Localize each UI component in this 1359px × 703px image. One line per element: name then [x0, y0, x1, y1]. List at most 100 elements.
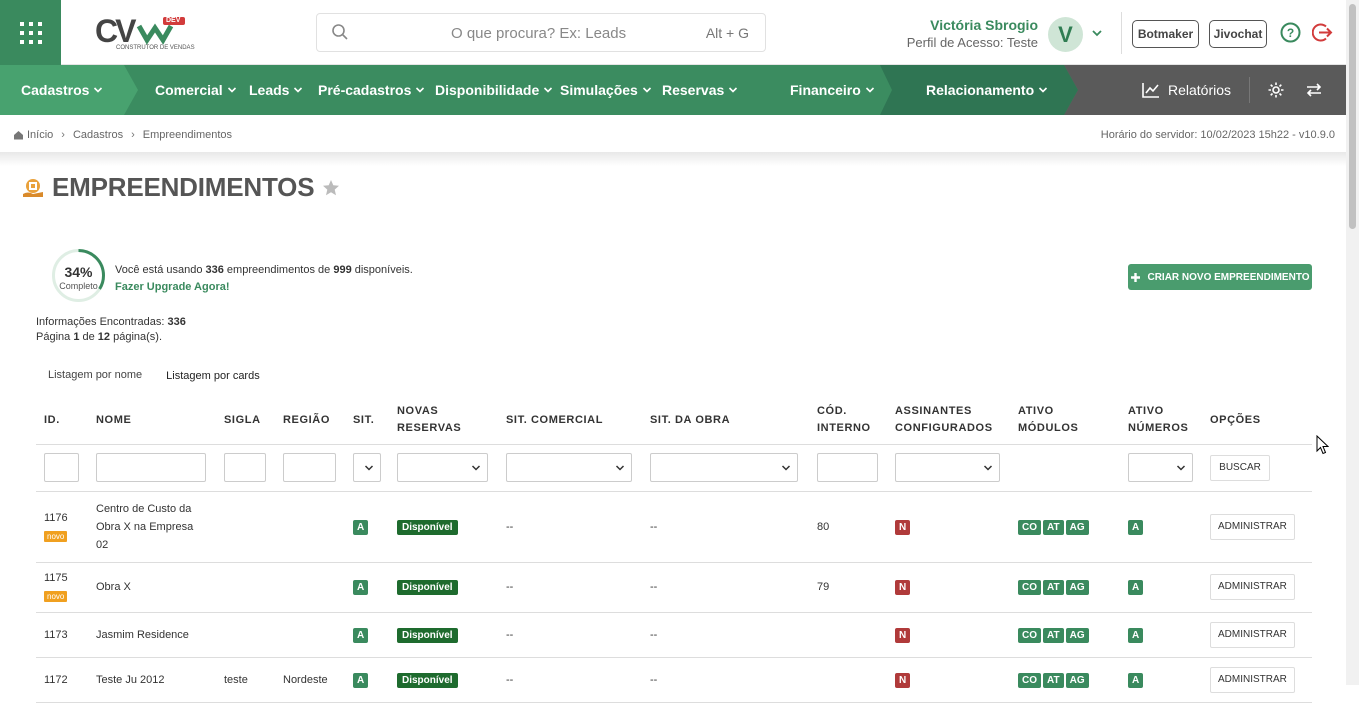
tab-list-by-name[interactable]: Listagem por nome [36, 369, 154, 382]
administer-button[interactable]: ADMINISTRAR [1210, 666, 1295, 693]
col-options: OPÇÕES [1202, 397, 1312, 445]
filter-sigla-input[interactable] [224, 453, 266, 482]
nav-item-disponibilidade[interactable]: Disponibilidade [435, 82, 553, 98]
star-icon[interactable] [322, 179, 340, 197]
row-work-status: -- [642, 612, 809, 658]
col-name[interactable]: NOME [88, 397, 216, 445]
breadcrumb-home[interactable]: Início [27, 129, 53, 141]
table-row[interactable]: 1173 Jasmim Residence A Disponível -- --… [36, 612, 1312, 658]
chevron-down-icon [983, 465, 993, 471]
user-info[interactable]: Victória Sbrogio Perfil de Acesso: Teste [907, 17, 1038, 51]
availability-badge: Disponível [397, 580, 458, 595]
upgrade-link[interactable]: Fazer Upgrade Agora! [115, 279, 413, 296]
table-row[interactable]: 1172 Teste Ju 2012 teste Nordeste A Disp… [36, 657, 1312, 703]
nav-item-leads[interactable]: Leads [249, 82, 303, 98]
nav-item-reservas[interactable]: Reservas [662, 82, 738, 98]
row-id: 1173 [36, 612, 88, 658]
nav-item-pre-cadastros[interactable]: Pré-cadastros [318, 82, 425, 98]
logout-icon[interactable] [1312, 22, 1333, 43]
row-commercial-status: -- [498, 657, 642, 703]
page-label: Página [36, 331, 74, 343]
administer-button[interactable]: ADMINISTRAR [1210, 621, 1295, 648]
breadcrumb-cadastros[interactable]: Cadastros [73, 129, 123, 141]
tab-list-by-cards[interactable]: Listagem por cards [154, 370, 272, 382]
administer-button[interactable]: ADMINISTRAR [1210, 574, 1295, 600]
col-region[interactable]: REGIÃO [275, 397, 345, 445]
filter-active-numbers-select[interactable] [1128, 453, 1193, 482]
table-row[interactable]: 1176 novo Centro de Custo da Obra X na Em… [36, 491, 1312, 563]
filter-status-select[interactable] [353, 453, 381, 482]
module-badge: CO [1018, 627, 1041, 643]
status-badge: A [353, 580, 369, 595]
search-button[interactable]: BUSCAR [1210, 454, 1270, 481]
usage-used: 336 [205, 264, 224, 276]
avatar[interactable]: V [1048, 17, 1083, 52]
signers-badge: N [895, 672, 911, 688]
chevron-right-icon: › [131, 129, 135, 141]
scrollbar-thumb[interactable] [1349, 4, 1356, 229]
apps-grid-button[interactable] [0, 0, 61, 65]
top-bar: CV DEV CONSTRUTOR DE VENDAS O que procur… [0, 0, 1359, 65]
filter-name-input[interactable] [96, 453, 206, 482]
signers-badge: N [895, 519, 911, 535]
chevron-down-icon [544, 87, 553, 93]
row-name[interactable]: Jasmim Residence [88, 612, 216, 658]
filter-commercial-status-select[interactable] [506, 453, 632, 482]
create-project-button[interactable]: CRIAR NOVO EMPREENDIMENTO [1128, 264, 1312, 290]
numbers-badge: A [1128, 672, 1144, 688]
col-id[interactable]: ID. [36, 397, 88, 445]
jivochat-button[interactable]: Jivochat [1209, 20, 1267, 48]
nav-item-relatorios[interactable]: Relatórios [1142, 82, 1231, 98]
table-row[interactable]: 1175 novo Obra X A Disponível -- -- 79 N … [36, 562, 1312, 613]
filter-internal-code-input[interactable] [817, 453, 878, 482]
col-active-modules[interactable]: ATIVO MÓDULOS [1010, 397, 1120, 445]
filter-new-reservations-select[interactable] [397, 453, 488, 482]
administer-button[interactable]: ADMINISTRAR [1210, 513, 1295, 540]
col-new-reservations[interactable]: NOVAS RESERVAS [389, 397, 498, 445]
row-name[interactable]: Obra X [88, 562, 216, 613]
availability-badge: Disponível [397, 627, 458, 643]
gear-icon[interactable] [1267, 81, 1285, 99]
search-shortcut: Alt + G [705, 25, 749, 41]
filter-work-status-select[interactable] [650, 453, 798, 482]
row-region [275, 562, 345, 613]
nav-item-simulacoes[interactable]: Simulações [560, 82, 652, 98]
found-label: Informações Encontradas: [36, 316, 168, 328]
page-scrollbar[interactable] [1346, 0, 1359, 685]
signers-badge: N [895, 580, 911, 595]
botmaker-button[interactable]: Botmaker [1132, 20, 1199, 48]
table-header-row: ID. NOME SIGLA REGIÃO SIT. NOVAS RESERVA… [36, 397, 1312, 445]
global-search[interactable]: O que procura? Ex: Leads Alt + G [316, 13, 766, 52]
row-name[interactable]: Centro de Custo da Obra X na Empresa 02 [88, 491, 216, 563]
col-work-status[interactable]: SIT. DA OBRA [642, 397, 809, 445]
col-signers[interactable]: ASSINANTES CONFIGURADOS [887, 397, 1010, 445]
usage-complete-label: Completo [59, 281, 98, 291]
content-shadow [0, 152, 1346, 166]
col-sigla[interactable]: SIGLA [216, 397, 275, 445]
module-badge: CO [1018, 672, 1041, 688]
nav-item-cadastros[interactable]: Cadastros [21, 82, 103, 98]
status-badge: A [353, 519, 369, 535]
col-commercial-status[interactable]: SIT. COMERCIAL [498, 397, 642, 445]
col-active-numbers[interactable]: ATIVO NÚMEROS [1120, 397, 1202, 445]
col-internal-code[interactable]: CÓD. INTERNO [809, 397, 887, 445]
usage-text: empreendimentos de [223, 264, 334, 276]
nav-item-comercial[interactable]: Comercial [155, 82, 237, 98]
page-total: 12 [97, 331, 111, 343]
chevron-down-icon [642, 87, 651, 93]
nav-item-relacionamento[interactable]: Relacionamento [926, 82, 1048, 98]
swap-icon[interactable] [1305, 82, 1323, 98]
row-name[interactable]: Teste Ju 2012 [88, 657, 216, 703]
chevron-down-icon[interactable] [1091, 28, 1103, 38]
col-status[interactable]: SIT. [345, 397, 389, 445]
filter-id-input[interactable] [44, 453, 79, 482]
row-id: 1176 [44, 511, 68, 524]
help-icon[interactable]: ? [1280, 22, 1301, 43]
chevron-down-icon [294, 87, 303, 93]
chevron-down-icon [781, 465, 791, 471]
filter-region-input[interactable] [283, 453, 336, 482]
nav-item-financeiro[interactable]: Financeiro [790, 82, 875, 98]
cv-logo[interactable]: CV DEV CONSTRUTOR DE VENDAS [95, 13, 195, 54]
filter-signers-select[interactable] [895, 453, 1000, 482]
home-icon[interactable] [13, 130, 24, 140]
